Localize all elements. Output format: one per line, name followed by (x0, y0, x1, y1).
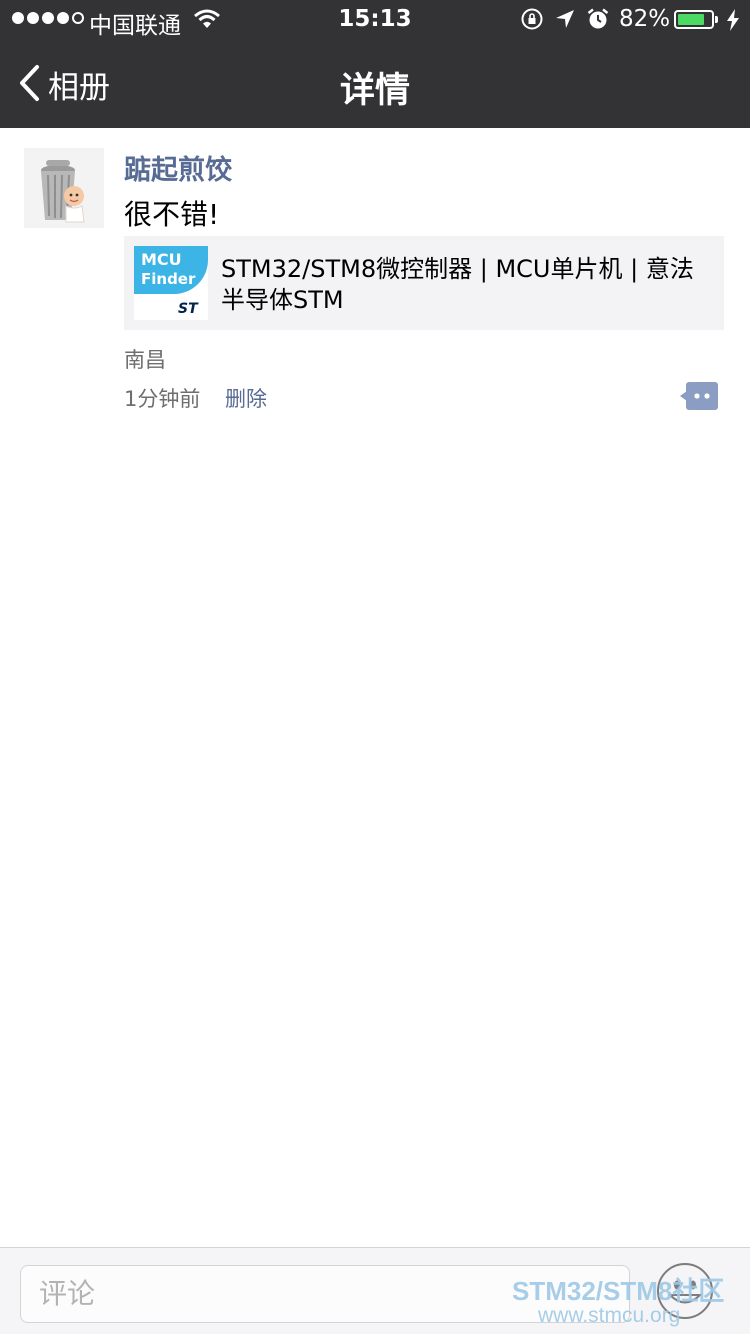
battery-icon (674, 10, 714, 29)
nav-bar: 相册 详情 (0, 40, 750, 128)
site-watermark: STM32/STM8社区 www.stmcu.org (512, 1271, 748, 1328)
battery-tip (715, 16, 718, 23)
post-location[interactable]: 南昌 (124, 344, 166, 374)
post-timestamp: 1分钟前 (124, 387, 201, 411)
comment-bar: STM32/STM8社区 www.stmcu.org (0, 1247, 750, 1334)
charging-bolt-icon (726, 9, 740, 37)
shared-link-card[interactable]: MCU Finder ST STM32/STM8微控制器 | MCU单片机 | … (124, 236, 724, 330)
st-logo: ST (178, 301, 198, 317)
page-title: 详情 (339, 71, 410, 111)
header: 中国联通 15:13 82% 相册 详情 (0, 0, 750, 128)
mcu-logo-text: MCU (141, 250, 182, 269)
post-text: 很不错! (124, 198, 220, 231)
battery-percent: 82% (619, 6, 671, 32)
post-username[interactable]: 踮起煎饺 (124, 148, 232, 187)
comment-menu-button[interactable] (680, 382, 718, 410)
location-arrow-icon (554, 8, 576, 36)
battery-level (678, 14, 704, 25)
mcu-logo-text: Finder (141, 270, 196, 288)
alarm-clock-icon (586, 7, 610, 37)
watermark-line1: STM32/STM8社区 (512, 1276, 725, 1306)
status-bar: 中国联通 15:13 82% (0, 0, 750, 40)
avatar[interactable] (24, 148, 104, 228)
mcu-finder-logo: MCU Finder ST (134, 246, 208, 320)
watermark-line2: www.stmcu.org (538, 1304, 681, 1327)
more-dots-icon (680, 382, 718, 410)
link-title: STM32/STM8微控制器 | MCU单片机 | 意法半导体STM (221, 255, 694, 314)
orientation-lock-icon (520, 7, 544, 37)
status-icons (520, 7, 610, 37)
delete-button[interactable]: 删除 (225, 383, 267, 413)
trash-can-baby-avatar-image (24, 148, 104, 228)
